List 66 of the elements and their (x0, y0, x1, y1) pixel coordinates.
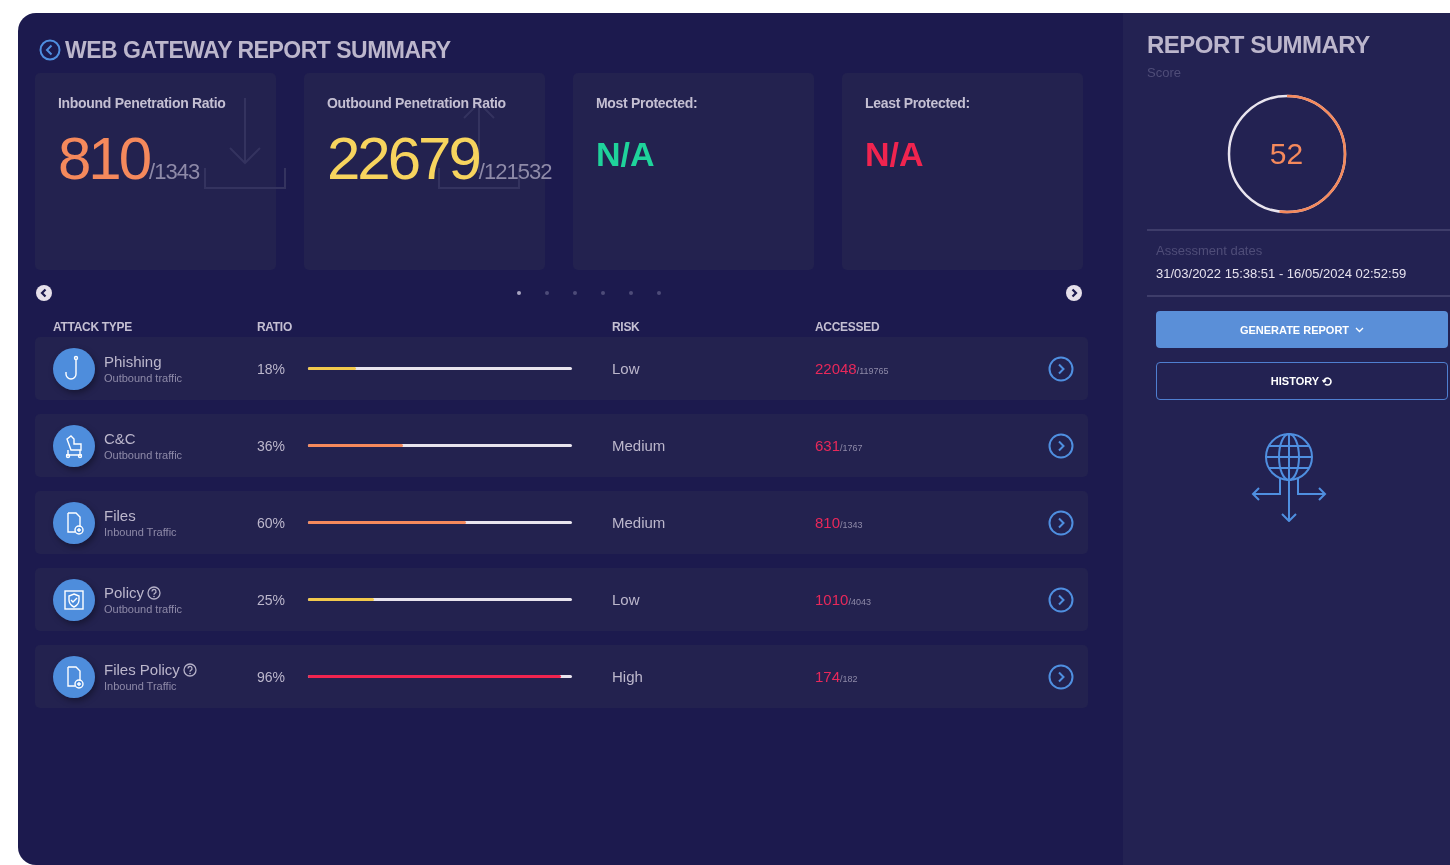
ratio-value: 25% (257, 591, 287, 608)
page-dot[interactable] (601, 291, 605, 295)
card-value: 22679 (327, 129, 479, 189)
page-title: WEB GATEWAY REPORT SUMMARY (65, 36, 451, 64)
attack-name: Policy (104, 584, 144, 601)
next-button[interactable] (1066, 285, 1082, 301)
page-dot[interactable] (629, 291, 633, 295)
card-label: Most Protected: (596, 95, 699, 111)
shield-icon (53, 578, 95, 621)
file-icon (53, 655, 95, 698)
ratio-value: 60% (257, 514, 287, 531)
history-button[interactable]: HISTORY (1156, 362, 1448, 400)
card-label: Least Protected: (865, 95, 971, 111)
traffic-label: Outbound traffic (104, 603, 184, 615)
accessed-total: /1767 (840, 443, 863, 453)
accessed-count: 631 (815, 437, 841, 454)
accessed-count: 174 (815, 668, 841, 685)
accessed-total: /4043 (848, 597, 871, 607)
column-header: RATIO (257, 320, 293, 334)
attack-name: Phishing (104, 353, 162, 370)
traffic-label: Outbound traffic (104, 449, 184, 461)
risk-level: Low (612, 591, 641, 608)
back-button[interactable] (39, 39, 61, 61)
risk-level: Medium (612, 437, 667, 454)
card-value: 810 (58, 129, 150, 189)
accessed-total: /119765 (856, 366, 889, 376)
page-dot[interactable] (657, 291, 661, 295)
page-dot[interactable] (517, 291, 521, 295)
ratio-value: 36% (257, 437, 287, 454)
card-label: Outbound Penetration Ratio (327, 95, 507, 111)
page-dot[interactable] (573, 291, 577, 295)
help-icon[interactable] (182, 662, 197, 677)
assessment-dates: 31/03/2022 15:38:51 - 16/05/2024 02:52:59 (1156, 266, 1408, 281)
column-header: ACCESSED (815, 320, 881, 334)
page-dot[interactable] (545, 291, 549, 295)
card-label: Inbound Penetration Ratio (58, 95, 227, 111)
score-value: 52 (1268, 136, 1305, 172)
file-icon (53, 501, 95, 544)
traffic-label: Inbound Traffic (104, 680, 178, 692)
attack-name: Files (104, 507, 136, 524)
accessed-count: 1010 (815, 591, 849, 608)
ratio-value: 18% (257, 360, 287, 377)
card-value: N/A (596, 135, 656, 174)
ratio-value: 96% (257, 668, 287, 685)
panel-title: REPORT SUMMARY (1147, 31, 1371, 59)
attack-name: C&C (104, 430, 136, 447)
chevron-down-icon (1355, 326, 1365, 333)
attack-name: Files Policy (104, 661, 180, 678)
card-value: N/A (865, 135, 925, 174)
accessed-total: /1343 (840, 520, 863, 530)
risk-level: Medium (612, 514, 667, 531)
traffic-label: Inbound Traffic (104, 526, 178, 538)
column-header: RISK (612, 320, 641, 334)
history-icon (1322, 375, 1334, 387)
hook-icon (53, 347, 95, 390)
risk-level: High (612, 668, 644, 685)
card-total: /121532 (478, 159, 552, 185)
help-icon[interactable] (147, 585, 161, 600)
accessed-count: 810 (815, 514, 841, 531)
accessed-count: 22048 (815, 360, 857, 377)
accessed-total: /182 (840, 674, 858, 684)
risk-level: Low (612, 360, 641, 377)
column-header: ATTACK TYPE (53, 320, 133, 334)
previous-button[interactable] (36, 285, 52, 301)
traffic-label: Outbound traffic (104, 372, 184, 384)
card-total: /1343 (149, 159, 200, 185)
